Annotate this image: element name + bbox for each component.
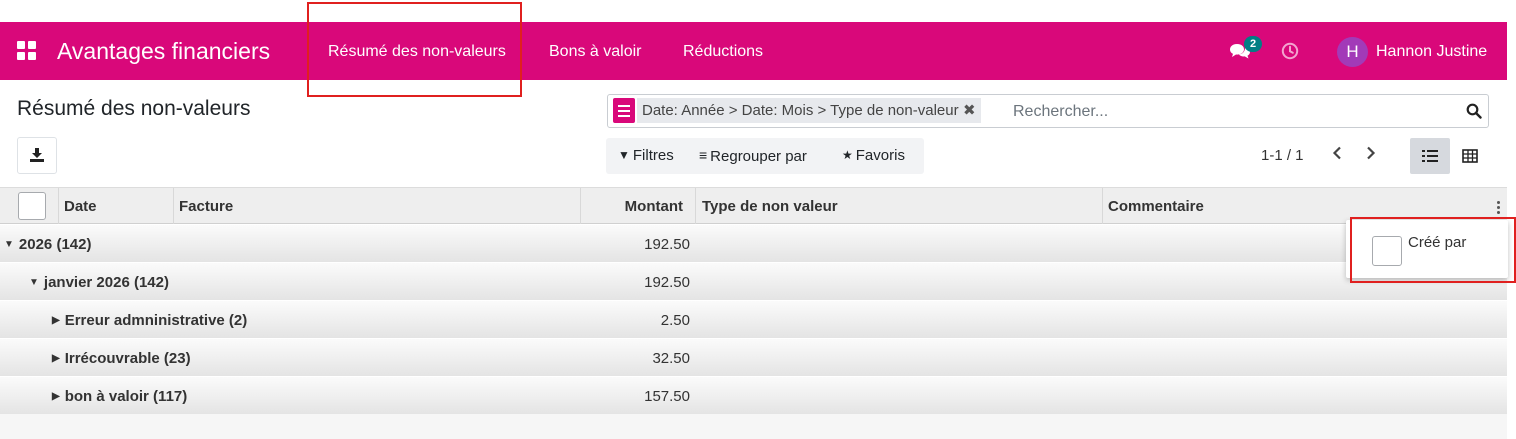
group-by-button[interactable]: ≡ Regrouper par [699, 147, 807, 165]
messaging-badge: 2 [1244, 36, 1262, 52]
caret-right-icon: ▶ [52, 391, 60, 402]
group-row-label: ▶ Irrécouvrable (23) [52, 350, 191, 367]
user-name[interactable]: Hannon Justine [1376, 43, 1487, 61]
column-header-date[interactable]: Date [64, 198, 97, 215]
group-row[interactable]: ▶ Erreur admninistrative (2) 2.50 [0, 301, 1507, 339]
group-row-title: Erreur admninistrative (2) [64, 312, 248, 329]
groupby-facet-icon [613, 98, 635, 123]
list-icon [1422, 150, 1438, 162]
pager-value[interactable]: 1-1 / 1 [1261, 147, 1304, 164]
download-icon [30, 148, 44, 162]
group-row-amount: 192.50 [644, 236, 690, 253]
caret-right-icon: ▶ [52, 315, 60, 326]
clock-icon[interactable] [1281, 42, 1299, 60]
favorites-label: Favoris [855, 147, 905, 164]
page-title: Résumé des non-valeurs [17, 97, 251, 120]
close-icon[interactable]: ✖ [963, 98, 976, 123]
column-separator [58, 188, 59, 224]
column-separator [580, 188, 581, 224]
download-button[interactable] [17, 137, 57, 174]
pager-previous-button[interactable] [1326, 143, 1348, 167]
group-row-amount: 2.50 [660, 312, 690, 329]
group-row[interactable]: ▶ bon à valoir (117) 157.50 [0, 377, 1507, 415]
menu-item-bons-a-valoir[interactable]: Bons à valoir [549, 43, 642, 61]
column-header-commentaire[interactable]: Commentaire [1108, 198, 1204, 215]
column-header-facture[interactable]: Facture [179, 198, 233, 215]
caret-down-icon: ▼ [4, 239, 14, 250]
favorites-button[interactable]: ★ Favoris [842, 147, 905, 164]
app-name[interactable]: Avantages financiers [57, 38, 270, 65]
group-row[interactable]: ▶ Irrécouvrable (23) 32.50 [0, 339, 1507, 377]
chevron-right-icon [1367, 146, 1376, 160]
main-navbar: Avantages financiers Résumé des non-vale… [0, 22, 1507, 80]
group-row-amount: 157.50 [644, 388, 690, 405]
highlight-menu-box [307, 2, 522, 97]
app-menu-icon[interactable] [17, 41, 37, 61]
pivot-view-button[interactable] [1450, 138, 1490, 174]
list-lines-icon: ≡ [699, 147, 708, 163]
group-row-title: 2026 (142) [18, 236, 92, 253]
group-row-amount: 192.50 [644, 274, 690, 291]
filter-icon: ▼ [618, 148, 630, 162]
column-separator [173, 188, 174, 224]
group-row[interactable]: ▼ janvier 2026 (142) 192.50 [0, 263, 1507, 301]
optional-columns-icon[interactable] [1497, 201, 1501, 215]
group-row-title: janvier 2026 (142) [43, 274, 169, 291]
group-row-title: bon à valoir (117) [64, 388, 188, 405]
user-avatar[interactable]: H [1337, 37, 1368, 67]
group-row-amount: 32.50 [652, 350, 690, 367]
table-icon [1462, 149, 1478, 163]
list-view-button[interactable] [1410, 138, 1450, 174]
caret-right-icon: ▶ [52, 353, 60, 364]
group-row-label: ▶ Erreur admninistrative (2) [52, 312, 247, 329]
menu-item-reductions[interactable]: Réductions [683, 43, 763, 61]
group-row-title: Irrécouvrable (23) [64, 350, 191, 367]
group-row[interactable]: ▼ 2026 (142) 192.50 [0, 225, 1507, 263]
column-separator [695, 188, 696, 224]
table-header: Date Facture Montant Type de non valeur … [0, 187, 1507, 224]
column-separator [1102, 188, 1103, 224]
group-by-label: Regrouper par [710, 148, 807, 165]
search-input[interactable] [1013, 100, 1453, 124]
chevron-left-icon [1332, 146, 1341, 160]
select-all-checkbox[interactable] [18, 192, 46, 220]
pager-next-button[interactable] [1360, 143, 1382, 167]
column-header-montant[interactable]: Montant [625, 198, 683, 215]
search-icon[interactable] [1466, 103, 1482, 119]
filters-label: Filtres [632, 147, 674, 164]
caret-down-icon: ▼ [29, 277, 39, 288]
column-header-type[interactable]: Type de non valeur [702, 198, 838, 215]
group-row-label: ▼ janvier 2026 (142) [29, 274, 169, 291]
table-empty-row [0, 414, 1507, 439]
star-icon: ★ [842, 148, 853, 162]
groupby-facet-label: Date: Année > Date: Mois > Type de non-v… [642, 102, 959, 119]
group-row-label: ▼ 2026 (142) [4, 236, 91, 253]
highlight-dropdown-box [1350, 217, 1516, 283]
filters-button[interactable]: ▼ Filtres [618, 147, 674, 164]
groupby-facet: Date: Année > Date: Mois > Type de non-v… [637, 98, 981, 123]
group-row-label: ▶ bon à valoir (117) [52, 388, 187, 405]
